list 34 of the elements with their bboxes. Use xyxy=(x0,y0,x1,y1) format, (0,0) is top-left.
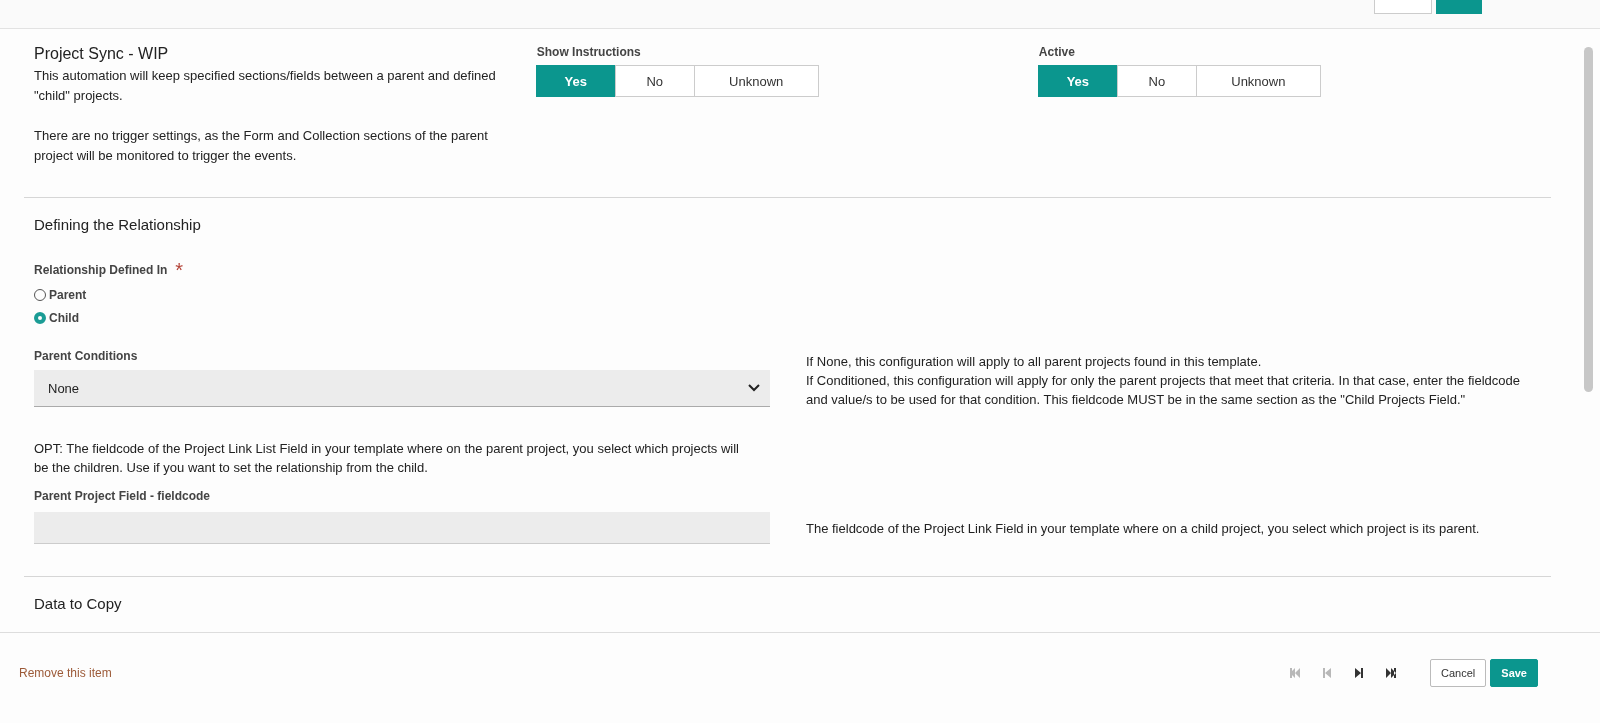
dropdown-field[interactable]: None xyxy=(34,370,770,407)
cut-off-button[interactable] xyxy=(1436,0,1482,14)
toggle-option[interactable]: Yes xyxy=(1037,65,1118,97)
radio-icon[interactable] xyxy=(34,311,46,324)
description-text: There are no trigger settings, as the Form and Collection sections of the parent project will be monitored to trigger the events. xyxy=(34,127,489,165)
remove-link[interactable]: Remove this item xyxy=(19,666,112,680)
toggle-label: Show Instructions xyxy=(536,45,642,59)
help-text: If Conditioned, this configuration will apply for only the parent projects that meet that criteria. In that case, enter the fieldcode and value/s to be used for that condition. This fieldcode MUST be in the same section as the "Child Projects Field." xyxy=(806,372,1521,409)
field-label: Relationship Defined In xyxy=(34,263,168,277)
radio-option[interactable]: Child xyxy=(34,306,1541,329)
description-text: This automation will keep specified sections/fields between a parent and defined "child" projects. xyxy=(34,67,497,105)
section-heading: Data to Copy xyxy=(33,594,123,612)
toggle-option[interactable]: Unknown xyxy=(693,65,819,97)
save-button[interactable]: Save xyxy=(1490,659,1538,687)
note-text: OPT: The fieldcode of the Project Link List Field in your template where on the parent project, you select which projects will be the children. Use if you want to set the relationship from the child. xyxy=(33,440,740,477)
field-label: Parent Project Field - fieldcode xyxy=(34,489,212,503)
cancel-button[interactable]: Cancel xyxy=(1430,659,1487,687)
scrollbar-thumb[interactable] xyxy=(1584,47,1593,392)
radio-option[interactable]: Parent xyxy=(34,283,1541,306)
last-page-icon[interactable] xyxy=(1384,666,1399,680)
chevron-down-icon xyxy=(748,384,760,392)
toggle-option[interactable]: No xyxy=(1116,65,1197,97)
toggle-option[interactable]: Unknown xyxy=(1195,65,1321,97)
cut-off-button[interactable] xyxy=(1374,0,1432,14)
automation-title: Project Sync - WIP xyxy=(34,45,170,63)
toggle-label: Active xyxy=(1038,45,1076,59)
toggle-option[interactable]: Yes xyxy=(535,65,616,97)
field-label: Parent Conditions xyxy=(34,349,139,363)
help-text: If None, this configuration will apply to all parent projects found in this template. xyxy=(806,353,1263,371)
help-text: The fieldcode of the Project Link Field in your template where on a child project, you select which project is its parent. xyxy=(806,520,1481,538)
input-field[interactable] xyxy=(34,512,770,544)
toggle-option[interactable]: No xyxy=(614,65,695,97)
section-heading: Defining the Relationship xyxy=(33,215,202,233)
required-marker: * xyxy=(175,264,184,276)
